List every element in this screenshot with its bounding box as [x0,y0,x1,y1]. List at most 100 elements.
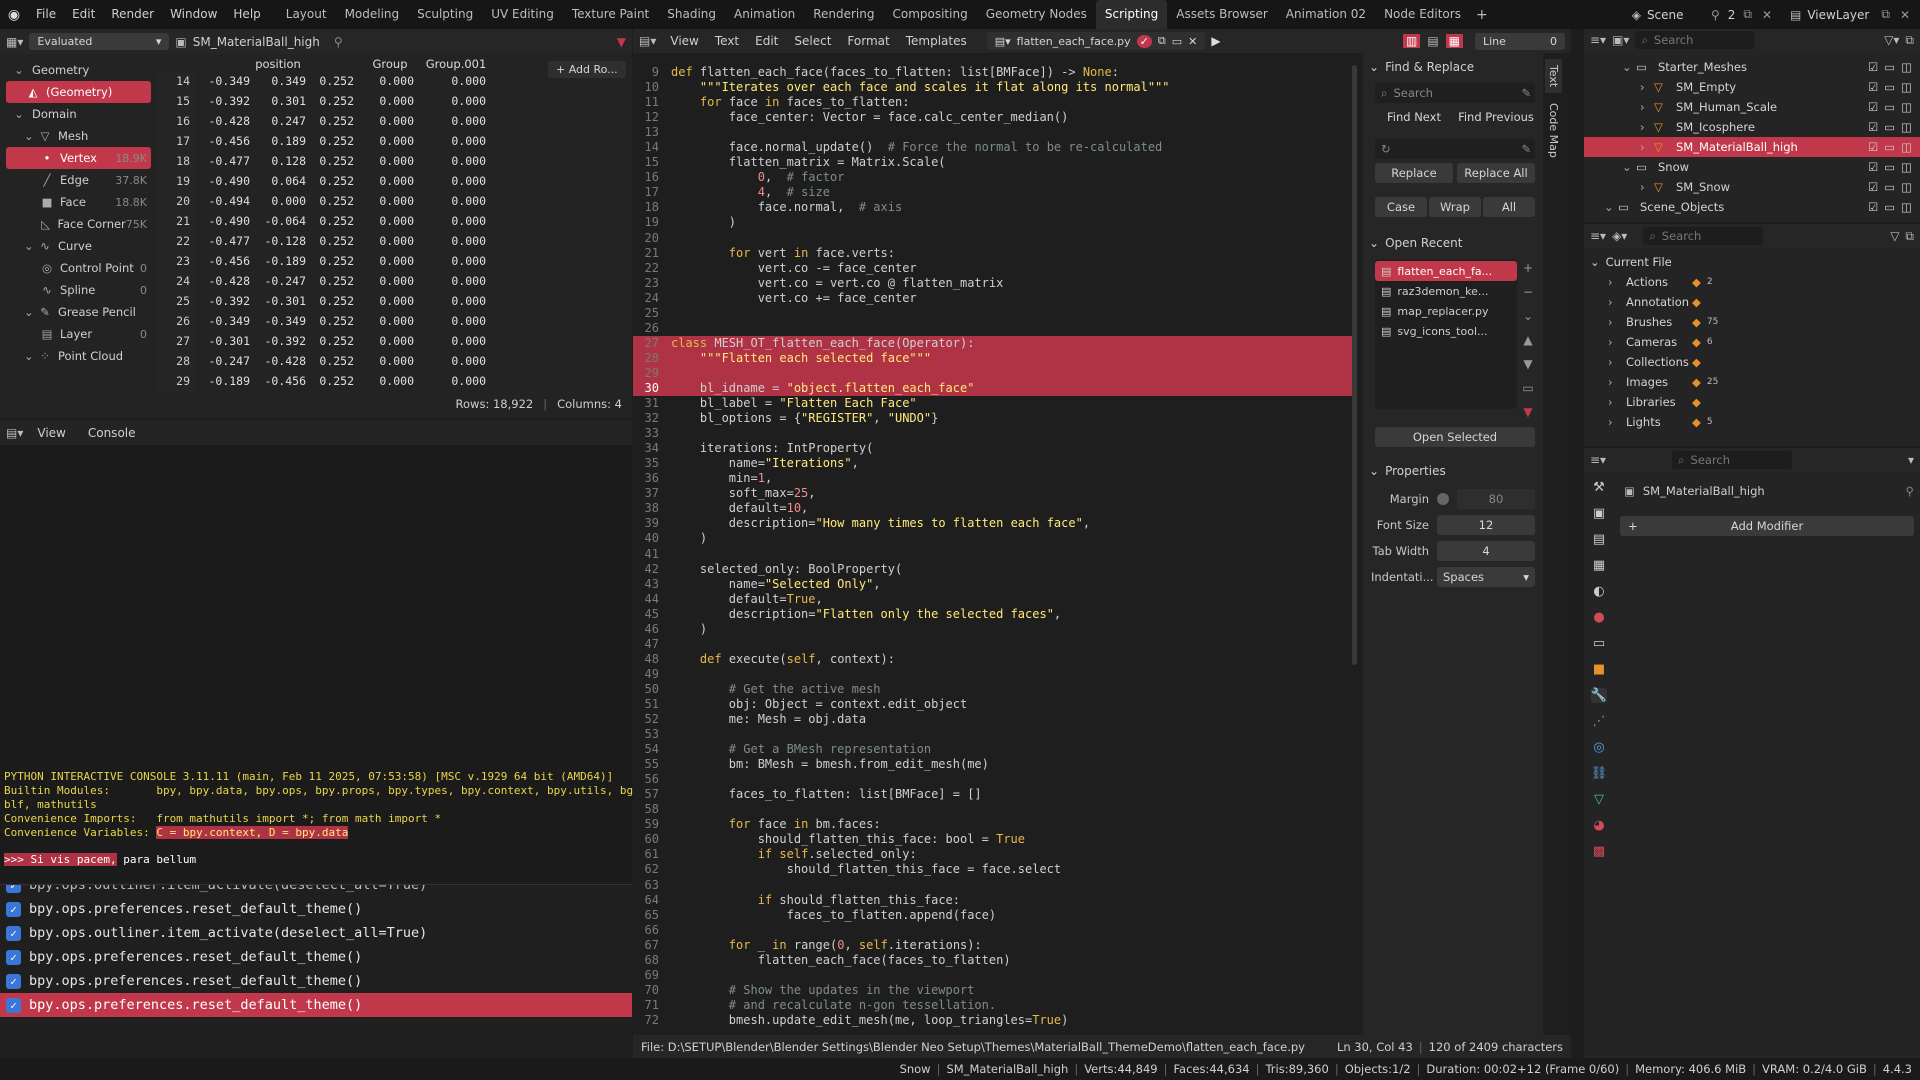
tool-tab-icon[interactable]: ⚒ [1593,480,1605,495]
remove-icon[interactable]: − [1523,285,1533,299]
render-visibility-icon[interactable]: ◫ [1901,200,1912,214]
new-collection-icon[interactable]: ⧉ [1905,33,1914,48]
text-menu-view[interactable]: View [662,29,706,53]
tree-item-edge[interactable]: ╱ Edge 37.8K [6,169,151,191]
editor-type-icon[interactable]: ≡▾ [1590,229,1606,243]
checkbox-icon[interactable]: ☑ [1868,100,1878,114]
purge-icon[interactable]: ⧉ [1905,229,1914,244]
find-next-button[interactable]: Find Next [1375,107,1453,127]
chevron-down-icon[interactable]: ⌄ [24,349,36,363]
checkbox-icon[interactable]: ✓ [6,925,21,941]
object-tab-icon[interactable]: ■ [1593,662,1605,677]
chevron-right-icon[interactable]: › [1640,120,1654,134]
view-layer-tab-icon[interactable]: ▦ [1593,558,1605,573]
current-file-row[interactable]: ⌄ Current File [1584,252,1920,272]
eyedropper-icon[interactable]: ✎ [1521,86,1535,100]
chevron-down-icon[interactable]: ⌄ [1622,60,1636,74]
checkbox-icon[interactable]: ☑ [1868,200,1878,214]
data-api-item[interactable]: › Actions ◆ 2 [1584,272,1920,292]
new-viewlayer-icon[interactable]: ⧉ [1881,7,1890,22]
open-selected-button[interactable]: Open Selected [1375,427,1535,447]
outliner-row[interactable]: ⌄ ▭ Scene_Objects ☑ ▭ ◫ [1584,197,1920,217]
chevron-down-icon[interactable]: ⌄ [24,129,36,143]
modifier-tab-icon[interactable]: 🔧 [1590,688,1608,703]
console-editor-type-icon[interactable]: ▤▾ [6,426,23,440]
run-script-icon[interactable]: ▶ [1211,34,1220,48]
recent-file-item[interactable]: ▤ map_replacer.py [1375,301,1517,321]
data-api-item[interactable]: › Lights ◆ 5 [1584,412,1920,432]
render-visibility-icon[interactable]: ◫ [1901,120,1912,134]
viewport-visibility-icon[interactable]: ▭ [1884,200,1895,214]
data-api-item[interactable]: › Brushes ◆ 75 [1584,312,1920,332]
tab-modeling[interactable]: Modeling [336,0,409,29]
indentation-dropdown[interactable]: Spaces ▾ [1437,567,1535,587]
text-menu-templates[interactable]: Templates [898,29,975,53]
texture-tab-icon[interactable]: ▩ [1593,844,1605,859]
find-search-input[interactable]: ⌕ Search ✎ [1375,83,1535,103]
info-item-clipped[interactable]: ✓ bpy.ops.outliner.item_activate(deselect… [0,885,632,897]
console-output[interactable]: PYTHON INTERACTIVE CONSOLE 3.11.11 (main… [4,770,680,867]
physics-tab-icon[interactable]: ◎ [1593,740,1604,755]
tab-uv-editing[interactable]: UV Editing [482,0,563,29]
column-group[interactable]: Group [360,57,420,71]
text-menu-edit[interactable]: Edit [747,29,786,53]
tree-item-domain[interactable]: ⌄ Domain [6,103,151,125]
data-api-item[interactable]: › Libraries ◆ [1584,392,1920,412]
copy-icon[interactable]: ⧉ [1158,34,1166,48]
render-visibility-icon[interactable]: ◫ [1901,160,1912,174]
data-api-item[interactable]: › Collections ◆ [1584,352,1920,372]
viewport-visibility-icon[interactable]: ▭ [1884,80,1895,94]
replace-input[interactable]: ↻ ✎ [1375,139,1535,159]
tab-text[interactable]: Text [1545,59,1562,94]
world-tab-icon[interactable]: ● [1593,610,1604,625]
tree-item-control-point[interactable]: ◎ Control Point 0 [6,257,151,279]
viewport-visibility-icon[interactable]: ▭ [1884,60,1895,74]
move-up-icon[interactable]: ▲ [1523,333,1532,347]
editor-type-icon[interactable]: ▦▾ [6,35,23,49]
info-item[interactable]: ✓ bpy.ops.preferences.reset_default_theme… [0,969,632,993]
tree-item-face[interactable]: ■ Face 18.8K [6,191,151,213]
viewport-visibility-icon[interactable]: ▭ [1884,160,1895,174]
find-replace-panel-header[interactable]: ⌄ Find & Replace [1363,57,1543,77]
outliner-row[interactable]: › ▽ SM_Icosphere ☑ ▭ ◫ [1584,117,1920,137]
chevron-right-icon[interactable]: › [1608,315,1620,329]
tab-texture-paint[interactable]: Texture Paint [563,0,658,29]
tab-code-map[interactable]: Code Map [1545,97,1562,164]
code-area[interactable]: 9 def flatten_each_face(faces_to_flatten:… [633,65,1353,1055]
render-visibility-icon[interactable]: ◫ [1901,140,1912,154]
console-menu-console[interactable]: Console [80,426,144,440]
tab-animation-02[interactable]: Animation 02 [1277,0,1375,29]
particles-tab-icon[interactable]: ⋰ [1593,714,1606,729]
chevron-right-icon[interactable]: › [1608,375,1620,389]
tree-item-curve[interactable]: ⌄ ∿ Curve [6,235,151,257]
tab-node-editors[interactable]: Node Editors [1375,0,1470,29]
chevron-right-icon[interactable]: › [1608,275,1620,289]
checkbox-icon[interactable]: ☑ [1868,60,1878,74]
folder-icon[interactable]: ▭ [1172,35,1182,48]
filter-icon[interactable]: ▼ [617,35,626,49]
data-api-item[interactable]: › Annotation ◆ [1584,292,1920,312]
tree-item-grease-pencil[interactable]: ⌄ ✎ Grease Pencil [6,301,151,323]
viewlayer-selector[interactable]: ▤ ViewLayer ⧉ ✕ [1790,7,1920,22]
outliner-row[interactable]: › ▽ SM_Human_Scale ☑ ▭ ◫ [1584,97,1920,117]
chevron-down-icon[interactable]: ⌄ [1523,309,1533,323]
chevron-right-icon[interactable]: › [1640,180,1654,194]
viewport-visibility-icon[interactable]: ▭ [1884,180,1895,194]
blender-logo-icon[interactable]: ◉ [0,7,28,23]
options-icon[interactable]: ▾ [1908,453,1914,467]
chevron-down-icon[interactable]: ⌄ [24,239,36,253]
font-size-field[interactable]: 12 [1437,515,1535,535]
material-tab-icon[interactable]: ◕ [1593,818,1604,833]
chevron-right-icon[interactable]: › [1640,140,1654,154]
info-item[interactable]: ✓ bpy.ops.preferences.reset_default_theme… [0,897,632,921]
info-item[interactable]: ✓ bpy.ops.outliner.item_activate(deselect… [0,921,632,945]
properties-search-input[interactable]: ⌕ Search [1672,451,1793,469]
add-workspace-icon[interactable]: + [1470,7,1494,23]
tree-item--geometry-[interactable]: ◭ (Geometry) [6,81,151,103]
tab-sculpting[interactable]: Sculpting [408,0,482,29]
chevron-down-icon[interactable]: ⌄ [1604,200,1618,214]
render-visibility-icon[interactable]: ◫ [1901,80,1912,94]
properties-panel-header[interactable]: ⌄ Properties [1363,461,1543,481]
checkbox-icon[interactable]: ✓ [6,901,21,917]
filter-icon[interactable]: ▼ [1523,405,1532,419]
